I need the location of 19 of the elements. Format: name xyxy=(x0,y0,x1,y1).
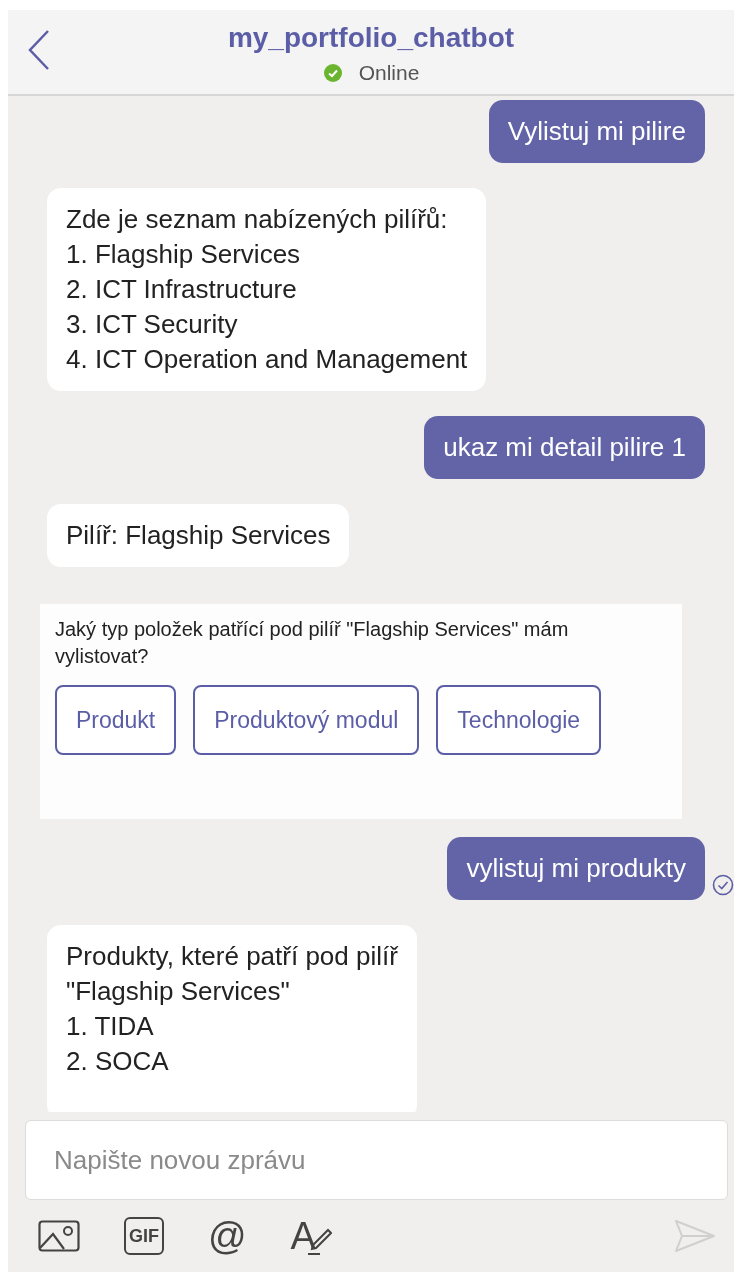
format-button[interactable]: A xyxy=(290,1216,332,1256)
option-button[interactable]: Produktový modul xyxy=(193,685,420,755)
option-button[interactable]: Technologie xyxy=(436,685,602,755)
received-message: Zde je seznam nabízených pilířů: 1. Flagship Services 2. ICT Infrastructure 3. ICT Security 4. ICT Operation and Management xyxy=(47,188,487,391)
status-text: Online xyxy=(358,61,420,85)
mention-button[interactable]: @ xyxy=(208,1216,247,1256)
chat-title: my_portfolio_chatbot xyxy=(227,21,515,55)
card-question: Jaký typ položek patřící pod pilíř "Flagship Services" mám vylistovat? xyxy=(55,617,570,669)
option-button[interactable]: Produkt xyxy=(55,685,177,755)
gif-button[interactable]: GIF xyxy=(124,1217,164,1255)
sent-message: ukaz mi detail pilire 1 xyxy=(424,416,705,479)
sent-message: Vylistuj mi pilire xyxy=(488,100,705,163)
sent-message: vylistuj mi produkty xyxy=(447,837,705,900)
received-message: Produkty, které patří pod pilíř "Flagship Services" 1. TIDA 2. SOCA xyxy=(47,925,417,1112)
message-input-field[interactable]: Napište novou zprávu xyxy=(25,1120,728,1200)
back-chevron-icon xyxy=(26,28,52,72)
image-button[interactable] xyxy=(38,1220,80,1252)
received-message: Pilíř: Flagship Services xyxy=(47,504,350,567)
send-icon xyxy=(674,1219,716,1253)
